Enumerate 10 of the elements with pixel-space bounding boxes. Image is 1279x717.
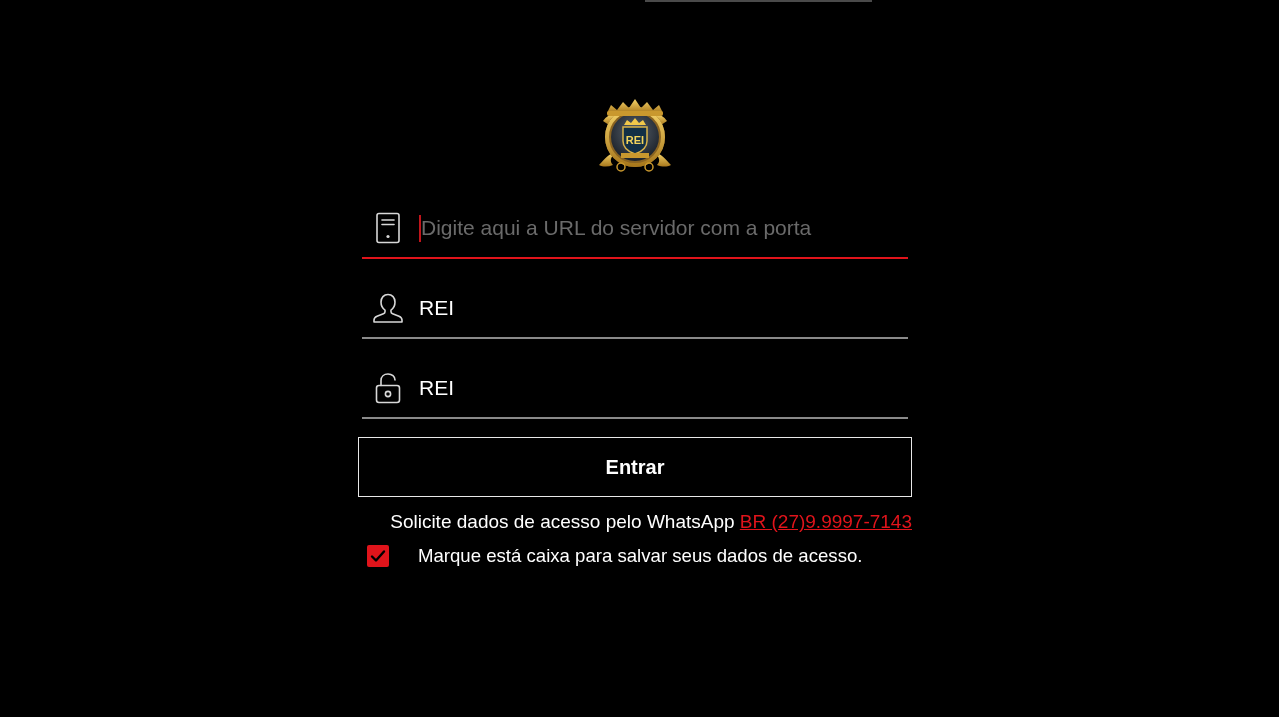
login-button[interactable]: Entrar	[358, 437, 912, 497]
whatsapp-prompt: Solicite dados de acesso pelo WhatsApp BR (27)9.9997-7143	[389, 511, 912, 533]
username-field[interactable]: REI	[419, 293, 908, 323]
remember-label: Marque está caixa para salvar seus dados de acesso.	[418, 545, 863, 567]
password-field[interactable]: REI	[419, 373, 908, 403]
whatsapp-link[interactable]: BR (27)9.9997-7143	[739, 511, 912, 532]
user-icon	[372, 292, 404, 324]
crown-emblem-logo: REI	[591, 87, 679, 175]
checkbox[interactable]	[367, 545, 389, 567]
server-url-field[interactable]: Digite aqui a URL do servidor com a porta	[421, 213, 908, 243]
